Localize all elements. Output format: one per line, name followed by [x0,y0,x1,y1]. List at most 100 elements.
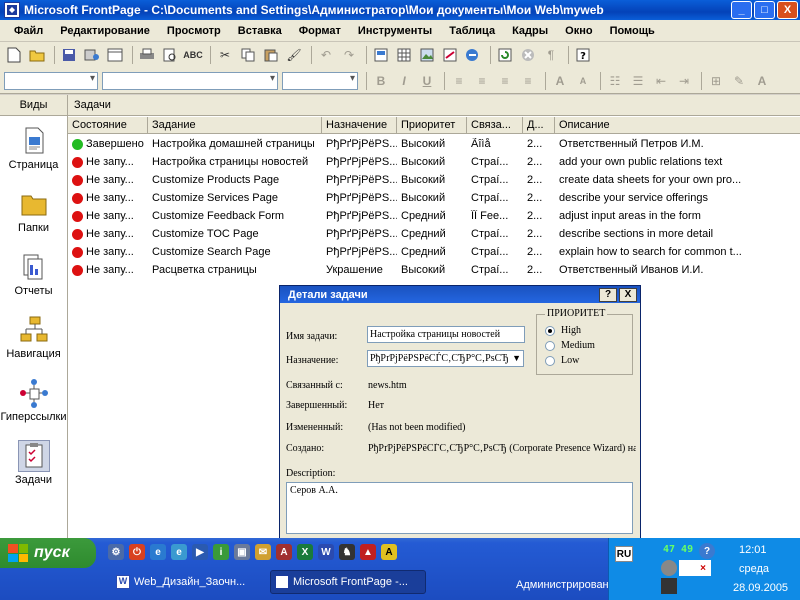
help-icon[interactable]: ? [573,45,593,65]
language-indicator[interactable]: RU [615,546,633,562]
open-folder-icon[interactable] [27,45,47,65]
settings-icon[interactable]: ⚙ [108,544,124,560]
table-row[interactable]: Завершено Настройка домашней страницы РђРґ… [68,135,800,153]
device-icon[interactable] [661,578,677,594]
power-icon[interactable]: ⏻ [129,544,145,560]
align-left-icon[interactable]: ≡ [449,71,469,91]
insert-picture-icon[interactable] [417,45,437,65]
menu-table[interactable]: Таблица [449,25,495,37]
info-icon[interactable]: i [213,544,229,560]
paste-icon[interactable] [261,45,281,65]
cut-icon[interactable]: ✂ [215,45,235,65]
show-all-icon[interactable]: ¶ [541,45,561,65]
chess-icon[interactable]: ♞ [339,544,355,560]
italic-button[interactable]: I [394,71,414,91]
flag-app-icon[interactable]: ▲ [360,544,376,560]
computer-icon[interactable]: ▣ [234,544,250,560]
menu-file[interactable]: Файл [14,25,43,37]
table-row[interactable]: Не запу... Customize TOC Page РђРґРјРёРЅ..… [68,225,800,243]
antivirus-icon[interactable] [679,560,695,576]
bulleted-list-icon[interactable]: ☰ [628,71,648,91]
table-row[interactable]: Не запу... Настройка страницы новостей РђР… [68,153,800,171]
folder-list-icon[interactable] [105,45,125,65]
decrease-font-icon[interactable]: A [573,71,593,91]
font-combo[interactable] [102,71,278,90]
print-icon[interactable] [137,45,157,65]
justify-icon[interactable]: ≡ [518,71,538,91]
priority-medium-radio[interactable]: Medium [545,340,595,351]
close-button[interactable]: X [777,1,798,19]
view-navigation[interactable]: Навигация [0,305,67,368]
priority-low-radio[interactable]: Low [545,355,579,366]
col-priority[interactable]: Приоритет [397,117,467,133]
disk-icon[interactable]: × [695,560,711,576]
table-row[interactable]: Не запу... Customize Feedback Form РђРґРјР… [68,207,800,225]
align-right-icon[interactable]: ≡ [495,71,515,91]
menu-view[interactable]: Просмотр [167,25,221,37]
new-page-icon[interactable] [4,45,24,65]
taskbar-item-word[interactable]: W Web_Дизайн_Заочн... [112,570,262,594]
increase-indent-icon[interactable]: ⇥ [674,71,694,91]
menu-help[interactable]: Помощь [610,25,655,37]
save-icon[interactable] [59,45,79,65]
table-row[interactable]: Не запу... Расцветка страницы Украшение Выс… [68,261,800,279]
help-tray-icon[interactable]: ? [699,543,715,559]
view-page[interactable]: Страница [0,116,67,179]
table-row[interactable]: Не запу... Customize Products Page РђРґРјР… [68,171,800,189]
minimize-button[interactable]: _ [731,1,752,19]
col-description[interactable]: Описание [555,117,800,133]
numbered-list-icon[interactable]: ☷ [605,71,625,91]
menu-tools[interactable]: Инструменты [358,25,432,37]
speaker-icon[interactable] [661,560,677,576]
description-textarea[interactable]: Серов А.А. [286,482,633,534]
font-size-combo[interactable] [282,71,358,90]
clock-time[interactable]: 12:01 [739,544,767,556]
menu-format[interactable]: Формат [299,25,341,37]
table-row[interactable]: Не запу... Customize Search Page РђРґРјРёР… [68,243,800,261]
priority-high-radio[interactable]: High [545,325,581,336]
publish-icon[interactable] [82,45,102,65]
redo-icon[interactable]: ↷ [339,45,359,65]
access-icon[interactable]: A [276,544,292,560]
start-button[interactable]: пуск [0,538,96,568]
menu-insert[interactable]: Вставка [238,25,282,37]
col-task[interactable]: Задание [148,117,322,133]
highlight-icon[interactable]: ✎ [729,71,749,91]
style-combo[interactable] [4,71,98,90]
maximize-button[interactable]: □ [754,1,775,19]
assigned-select[interactable]: РђРґРјРёРЅРёСЃС‚СЂР°С‚РѕСЂ ▼ [367,350,524,367]
media-player-icon[interactable]: ▶ [192,544,208,560]
borders-icon[interactable]: ⊞ [706,71,726,91]
decrease-indent-icon[interactable]: ⇤ [651,71,671,91]
menu-edit[interactable]: Редактирование [60,25,150,37]
view-hyperlinks[interactable]: Гиперссылки [0,368,67,431]
task-name-input[interactable]: Настройка страницы новостей [367,326,525,343]
format-painter-icon[interactable]: 🖌 [284,45,304,65]
menu-frames[interactable]: Кадры [512,25,548,37]
view-reports[interactable]: Отчеты [0,242,67,305]
insert-table-icon[interactable] [394,45,414,65]
copy-icon[interactable] [238,45,258,65]
stop-icon[interactable] [518,45,538,65]
col-date[interactable]: Д... [523,117,555,133]
table-row[interactable]: Не запу... Customize Services Page РђРґРјР… [68,189,800,207]
taskbar-item-frontpage[interactable]: Microsoft FrontPage -... [270,570,426,594]
undo-icon[interactable]: ↶ [316,45,336,65]
bold-button[interactable]: B [371,71,391,91]
abbyy-icon[interactable]: A [381,544,397,560]
col-assigned[interactable]: Назначение [322,117,397,133]
insert-component-icon[interactable] [371,45,391,65]
print-preview-icon[interactable] [160,45,180,65]
dialog-help-button[interactable]: ? [599,287,617,302]
view-folders[interactable]: Папки [0,179,67,242]
excel-icon[interactable]: X [297,544,313,560]
font-color-icon[interactable]: A [752,71,772,91]
refresh-icon[interactable] [495,45,515,65]
align-center-icon[interactable]: ≡ [472,71,492,91]
increase-font-icon[interactable]: A [550,71,570,91]
word-icon[interactable]: W [318,544,334,560]
ie-icon[interactable]: e [150,544,166,560]
dialog-close-button[interactable]: X [619,287,637,302]
spelling-icon[interactable]: ABC [183,45,203,65]
hyperlink-icon[interactable] [463,45,483,65]
